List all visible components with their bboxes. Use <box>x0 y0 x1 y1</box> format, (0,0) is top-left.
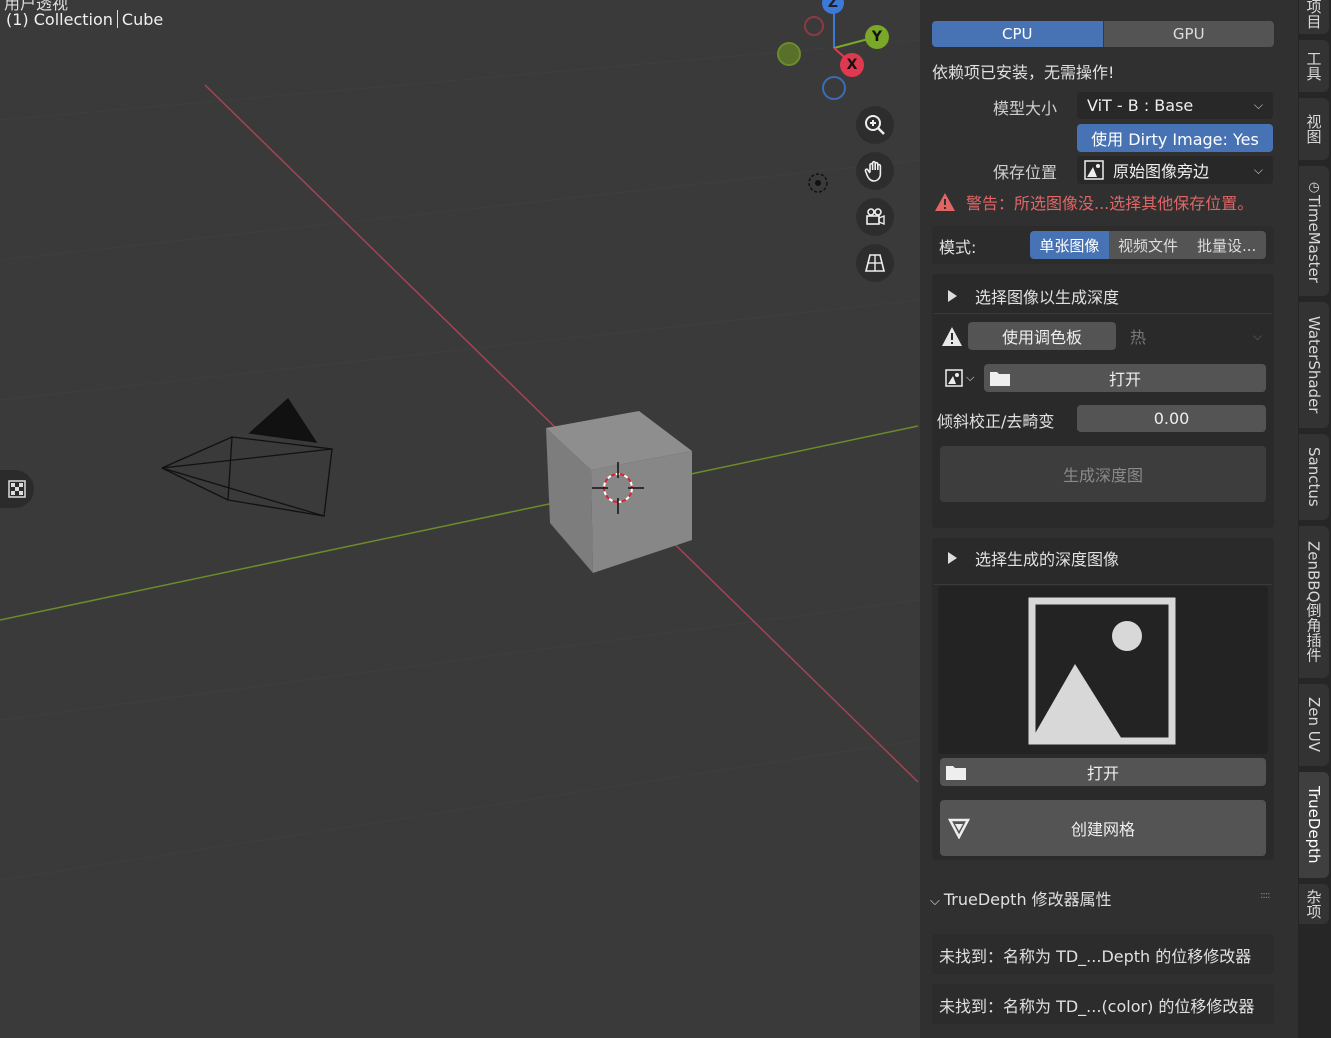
tab-sanctus[interactable]: Sanctus <box>1299 434 1329 520</box>
modifier-panel-title: TrueDepth 修改器属性 <box>943 890 1112 909</box>
model-size-dropdown[interactable]: ViT - B : Base ⌵ <box>1077 92 1273 119</box>
perspective-grid-icon[interactable] <box>856 244 894 282</box>
hand-pan-icon[interactable] <box>856 152 894 190</box>
save-location-dropdown[interactable]: 原始图像旁边 ⌵ <box>1077 156 1273 184</box>
y-axis-line <box>0 425 919 621</box>
viewport-scene[interactable] <box>0 0 920 1038</box>
create-mesh-label: 创建网格 <box>1070 820 1135 839</box>
warning-icon <box>935 193 955 211</box>
generate-depth-button[interactable]: 生成深度图 <box>940 446 1266 502</box>
warning-message: 警告：所选图像没...选择其他保存位置。 <box>934 190 1253 214</box>
use-palette-button[interactable]: 使用调色板 <box>968 322 1116 350</box>
save-location-value: 原始图像旁边 <box>1113 162 1210 181</box>
expand-triangle-icon <box>948 290 957 302</box>
tilt-label: 倾斜校正/去畸变 <box>937 412 1055 431</box>
tab-misc[interactable]: 杂项 <box>1299 884 1329 924</box>
section1-header[interactable]: 选择图像以生成深度 <box>948 284 1119 308</box>
gpu-option[interactable]: GPU <box>1102 21 1274 47</box>
cube-object[interactable] <box>546 411 692 573</box>
warning-icon <box>942 327 962 346</box>
palette-dropdown[interactable]: 热 ⌵ <box>1120 322 1272 350</box>
gizmo-neg-z[interactable] <box>804 16 824 36</box>
folder-icon <box>946 766 966 780</box>
mode-batch[interactable]: 批量设... <box>1187 231 1266 259</box>
chevron-down-icon: ⌵ <box>1252 328 1262 343</box>
mode-selector: 单张图像 视频文件 批量设... <box>1030 231 1266 259</box>
tilt-value-field[interactable]: 0.00 <box>1077 405 1266 432</box>
open-image-button[interactable]: 打开 <box>984 364 1266 392</box>
mode-single-image[interactable]: 单张图像 <box>1030 231 1109 259</box>
open-depth-button[interactable]: 打开 <box>940 758 1266 786</box>
cpu-option[interactable]: CPU <box>932 21 1103 47</box>
tab-zenbbq[interactable]: ZenBBQ倒角插件 <box>1299 526 1329 678</box>
clock-icon: ◷ <box>1306 179 1322 195</box>
modifier-panel-header[interactable]: ⌵ TrueDepth 修改器属性 <box>930 886 1112 910</box>
save-location-label: 保存位置 <box>993 163 1058 182</box>
section2-header[interactable]: 选择生成的深度图像 <box>948 546 1119 570</box>
sidebar-tabs: 项目 工具 视图 ◷ TimeMaster WaterShader Sanctus… <box>1298 0 1331 1038</box>
camera-icon[interactable] <box>856 198 894 236</box>
mode-label: 模式: <box>939 238 977 257</box>
deps-status: 依赖项已安装，无需操作! <box>932 63 1115 82</box>
object-label: Cube <box>121 10 164 29</box>
warning-text: 警告：所选图像没...选择其他保存位置。 <box>966 194 1254 213</box>
drag-handle-icon[interactable]: :::: <box>1260 890 1271 901</box>
tab-view[interactable]: 视图 <box>1299 98 1329 160</box>
section1-title: 选择图像以生成深度 <box>975 288 1120 307</box>
tab-item[interactable]: 项目 <box>1299 0 1329 34</box>
folder-icon <box>990 372 1010 386</box>
tab-tool[interactable]: 工具 <box>1299 40 1329 92</box>
image-browse-dropdown[interactable]: ⌵ <box>940 364 982 392</box>
create-mesh-button[interactable]: 创建网格 <box>940 800 1266 856</box>
image-placeholder-icon <box>1028 597 1176 745</box>
tab-timemaster-label: TimeMaster <box>1305 194 1323 283</box>
gizmo-y-axis[interactable]: Y <box>865 25 889 49</box>
palette-value: 热 <box>1130 328 1147 347</box>
section2-title: 选择生成的深度图像 <box>975 550 1120 569</box>
zoom-icon[interactable] <box>856 106 894 144</box>
gizmo-x-axis[interactable]: X <box>840 53 864 77</box>
truedepth-panel: CPU GPU 依赖项已安装，无需操作! 模型大小 ViT - B : Base… <box>920 0 1298 1038</box>
image-icon <box>1084 160 1104 180</box>
gizmo-neg-x[interactable] <box>822 76 846 100</box>
mode-video-file[interactable]: 视频文件 <box>1108 231 1188 259</box>
mesh-triangle-icon <box>948 818 970 839</box>
image-icon <box>945 369 963 387</box>
open-label: 打开 <box>1086 764 1119 783</box>
open-label: 打开 <box>1108 370 1141 389</box>
viewport-title: (1) Collection Cube <box>6 10 163 29</box>
modifier-msg-1: 未找到：名称为 TD_...Depth 的位移修改器 <box>939 947 1252 966</box>
3d-viewport[interactable]: 用户透视 (1) Collection Cube Z Y X <box>0 0 920 1038</box>
model-size-label: 模型大小 <box>993 99 1058 118</box>
tab-watershader[interactable]: WaterShader <box>1299 302 1329 428</box>
tab-zenuv[interactable]: Zen UV <box>1299 684 1329 766</box>
chevron-down-icon: ⌵ <box>1253 98 1263 112</box>
chevron-down-icon: ⌵ <box>1253 162 1263 177</box>
dirty-image-button[interactable]: 使用 Dirty Image: Yes <box>1077 124 1273 152</box>
chevron-down-icon: ⌵ <box>966 371 975 384</box>
checker-icon <box>8 480 26 498</box>
tab-truedepth[interactable]: TrueDepth <box>1299 772 1329 878</box>
tab-timemaster[interactable]: ◷ TimeMaster <box>1299 166 1329 296</box>
collection-label: (1) Collection <box>6 10 113 29</box>
expand-triangle-icon <box>948 552 957 564</box>
model-size-value: ViT - B : Base <box>1087 96 1194 115</box>
chevron-down-icon: ⌵ <box>930 894 940 909</box>
gizmo-neg-y[interactable] <box>777 42 801 66</box>
camera-object[interactable] <box>161 398 333 517</box>
modifier-msg-2: 未找到：名称为 TD_...(color) 的位移修改器 <box>939 997 1255 1016</box>
device-toggle: CPU GPU <box>932 21 1274 47</box>
